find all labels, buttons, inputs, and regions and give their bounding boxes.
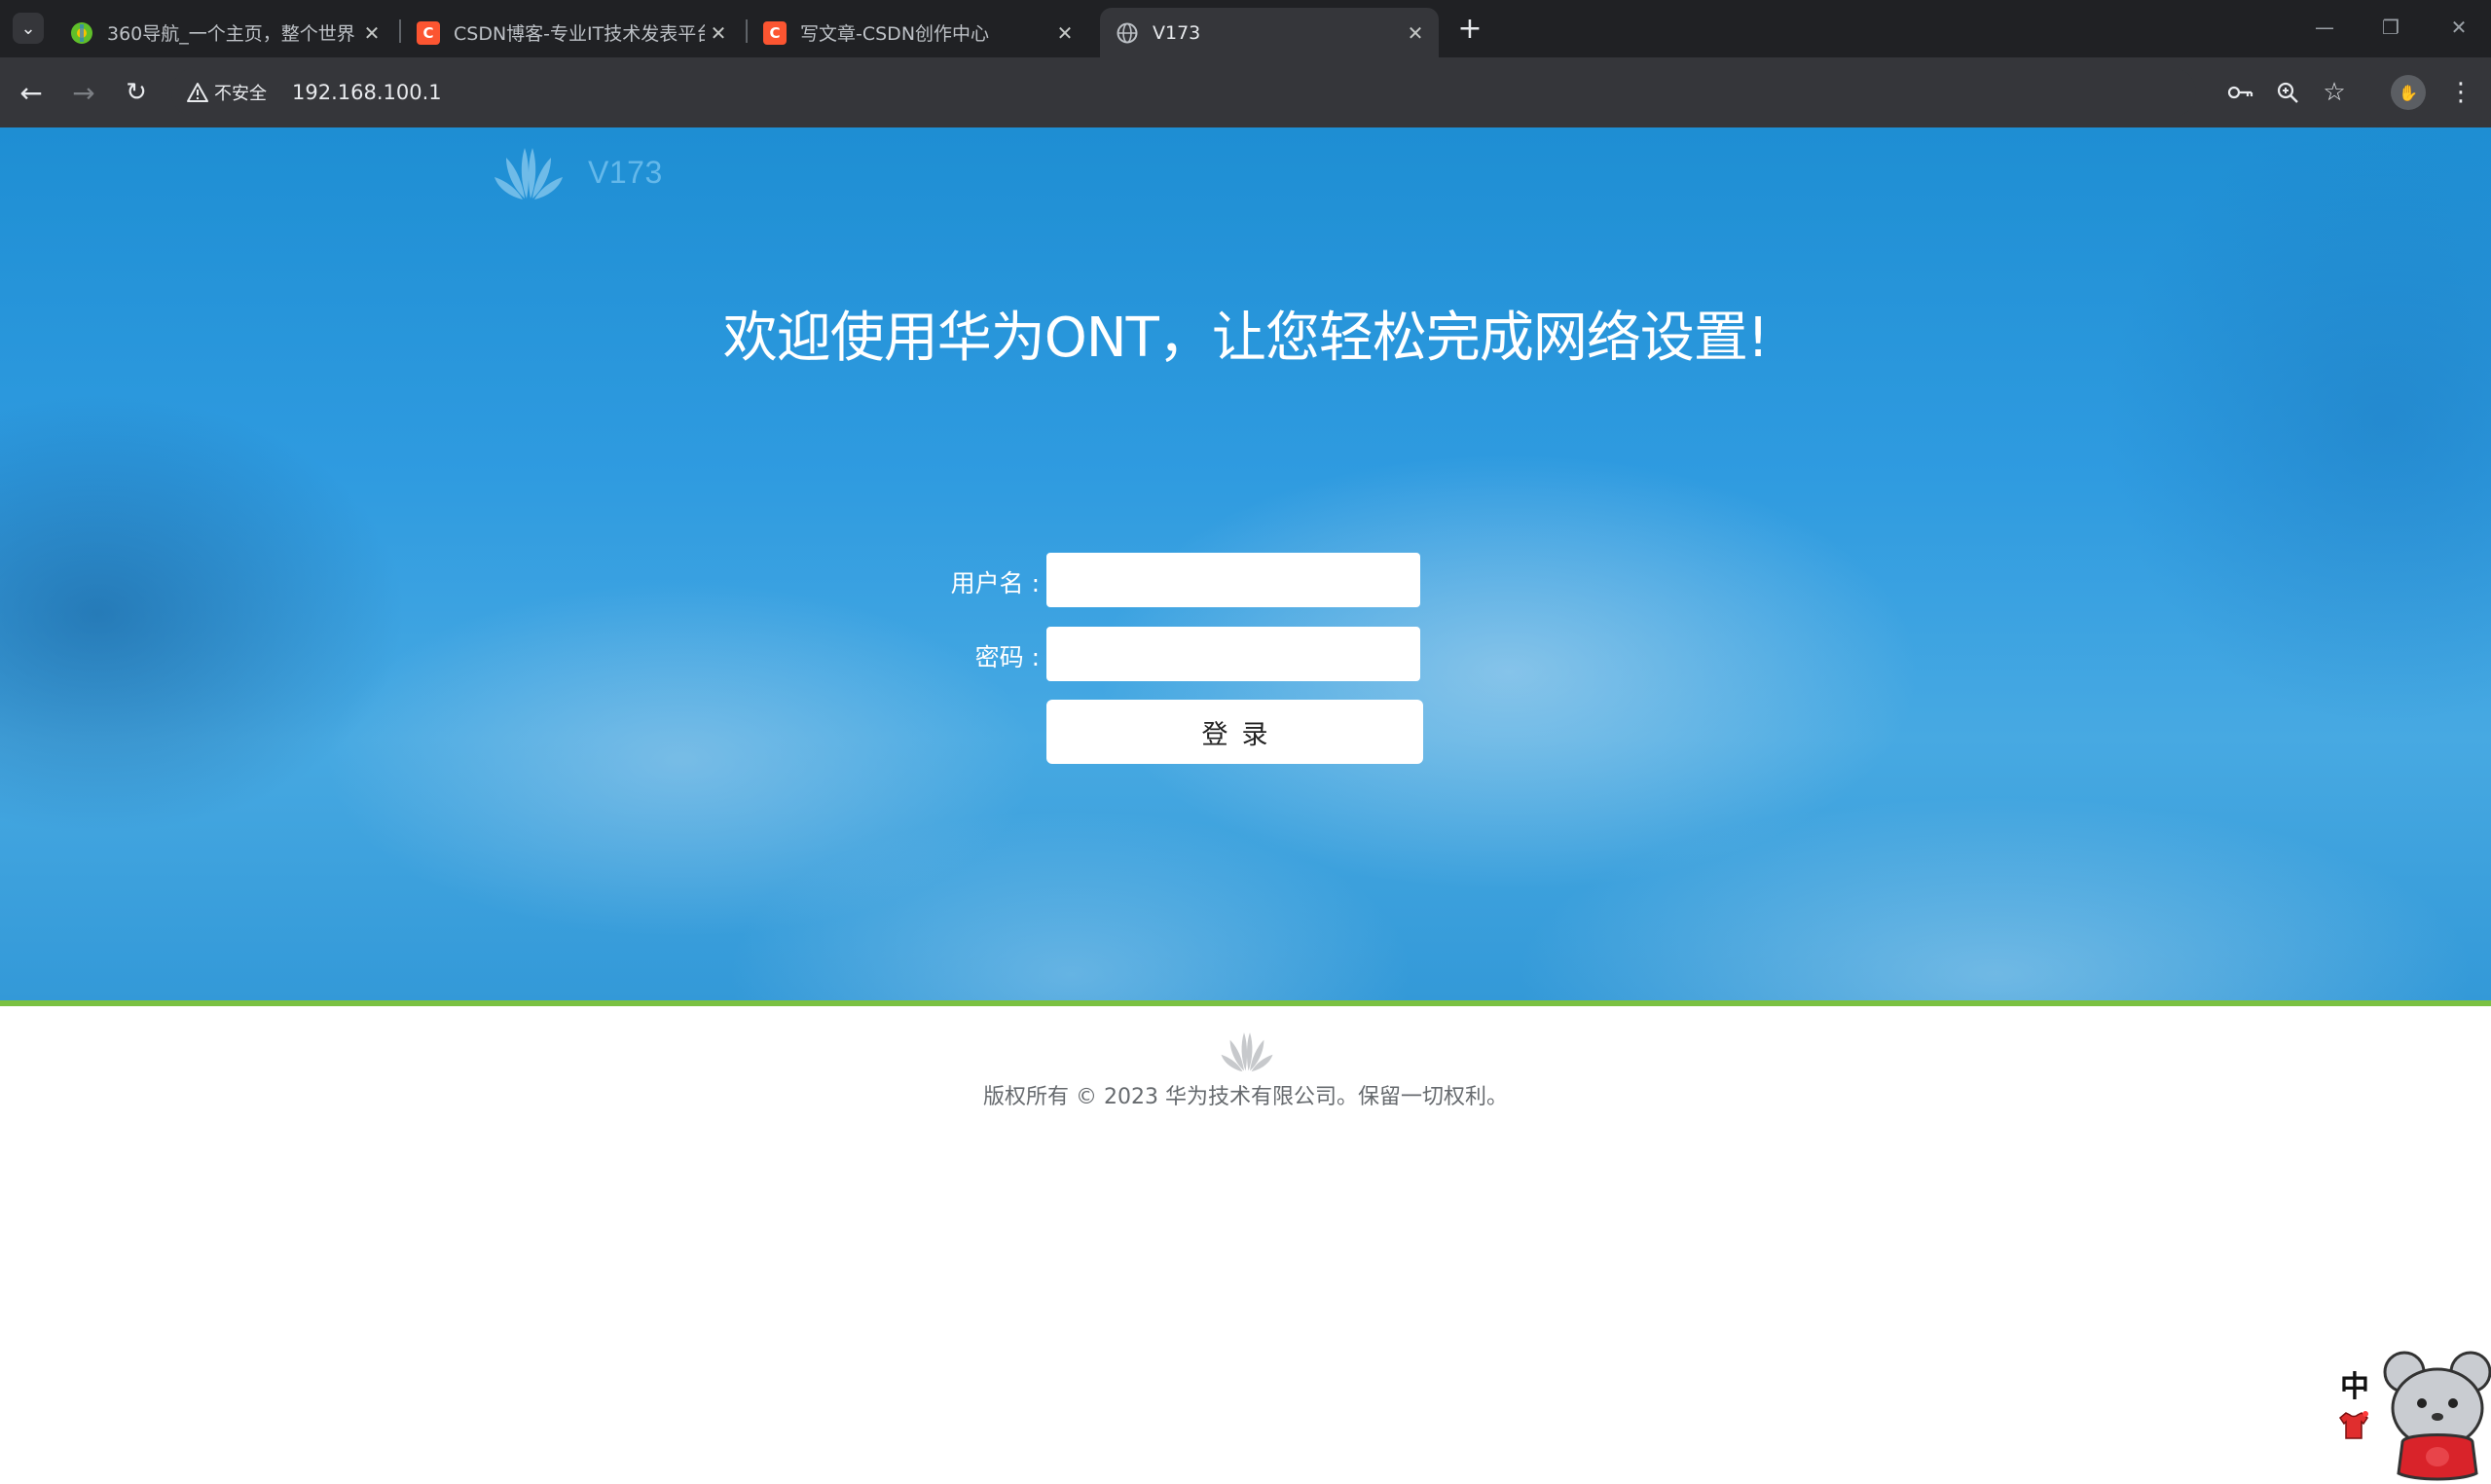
more-vertical-icon: ⋮: [2448, 78, 2473, 107]
browser-toolbar: ← → ↻ 不安全 192.168.100.1 ☆ ✋ ⋮: [0, 57, 2491, 127]
security-label: 不安全: [214, 84, 267, 104]
brand-header: V173: [493, 144, 663, 200]
close-window-button[interactable]: ✕: [2439, 12, 2478, 43]
tab-strip: ⌄ 360导航_一个主页，整个世界 ✕ C CSDN博客-专业IT技术发表平台 …: [0, 0, 2491, 57]
close-icon[interactable]: ✕: [358, 19, 385, 47]
tab-search-button[interactable]: ⌄: [13, 13, 44, 44]
tab-title: V173: [1153, 21, 1201, 44]
close-icon[interactable]: ✕: [1402, 19, 1429, 47]
zoom-in-icon: [2277, 82, 2298, 103]
reload-button[interactable]: ↻: [117, 73, 156, 112]
minimize-icon: —: [2315, 16, 2334, 39]
globe-icon: [1116, 21, 1139, 45]
password-label: 密码 :: [974, 643, 1040, 671]
key-icon: [2227, 86, 2253, 99]
url-text: 192.168.100.1: [292, 81, 442, 104]
new-tab-button[interactable]: +: [1454, 11, 1485, 46]
back-button[interactable]: ←: [12, 73, 51, 112]
address-bar[interactable]: 不安全 192.168.100.1: [171, 67, 2196, 118]
model-name: V173: [588, 154, 663, 190]
login-button[interactable]: 登录: [1046, 700, 1423, 764]
close-icon: ✕: [2450, 16, 2468, 39]
arrow-right-icon: →: [72, 76, 95, 109]
ime-language-toggle[interactable]: 中: [2336, 1365, 2373, 1404]
tab-csdn-blog[interactable]: C CSDN博客-专业IT技术发表平台 ✕: [401, 8, 742, 57]
tab-csdn-editor[interactable]: C 写文章-CSDN创作中心 ✕: [748, 8, 1088, 57]
arrow-left-icon: ←: [19, 76, 43, 109]
username-label: 用户名 :: [950, 569, 1040, 597]
browser-menu-button[interactable]: ⋮: [2443, 75, 2478, 110]
warning-icon: [187, 83, 208, 102]
star-icon: ☆: [2323, 78, 2346, 107]
close-icon[interactable]: ✕: [1051, 19, 1079, 47]
forward-button[interactable]: →: [64, 73, 103, 112]
password-input[interactable]: [1046, 627, 1420, 681]
tab-title: CSDN博客-专业IT技术发表平台: [454, 23, 705, 45]
minimize-button[interactable]: —: [2305, 12, 2344, 43]
plus-icon: +: [1457, 11, 1483, 46]
360-nav-icon: [70, 21, 93, 45]
tab-title: 360导航_一个主页，整个世界: [107, 23, 355, 45]
tab-title: 写文章-CSDN创作中心: [800, 23, 990, 45]
password-key-button[interactable]: [2223, 75, 2258, 110]
bookmark-button[interactable]: ☆: [2317, 75, 2352, 110]
profile-avatar[interactable]: ✋: [2391, 75, 2426, 110]
security-indicator[interactable]: 不安全: [187, 80, 267, 105]
csdn-icon: C: [417, 20, 440, 45]
copyright-text: 版权所有 © 2023 华为技术有限公司。保留一切权利。: [983, 1085, 1508, 1109]
close-icon[interactable]: ✕: [705, 19, 732, 47]
huawei-logo-icon: [495, 148, 563, 199]
accent-divider: [0, 1000, 2491, 1006]
welcome-title: 欢迎使用华为ONT，让您轻松完成网络设置!: [722, 307, 1770, 370]
csdn-icon: C: [763, 20, 787, 45]
tab-v173[interactable]: V173 ✕: [1100, 8, 1439, 57]
zoom-button[interactable]: [2270, 75, 2305, 110]
shirt-icon[interactable]: [2336, 1409, 2371, 1442]
tab-360-nav[interactable]: 360导航_一个主页，整个世界 ✕: [55, 8, 395, 57]
hand-icon: ✋: [2399, 83, 2418, 102]
huawei-footer-logo-icon: [1221, 1032, 1273, 1072]
username-input[interactable]: [1046, 553, 1420, 607]
reload-icon: ↻: [126, 78, 147, 107]
restore-button[interactable]: ❐: [2371, 12, 2410, 43]
chevron-down-icon: ⌄: [20, 18, 36, 39]
mascot-mouse-icon[interactable]: [2383, 1345, 2491, 1484]
restore-icon: ❐: [2382, 16, 2399, 39]
